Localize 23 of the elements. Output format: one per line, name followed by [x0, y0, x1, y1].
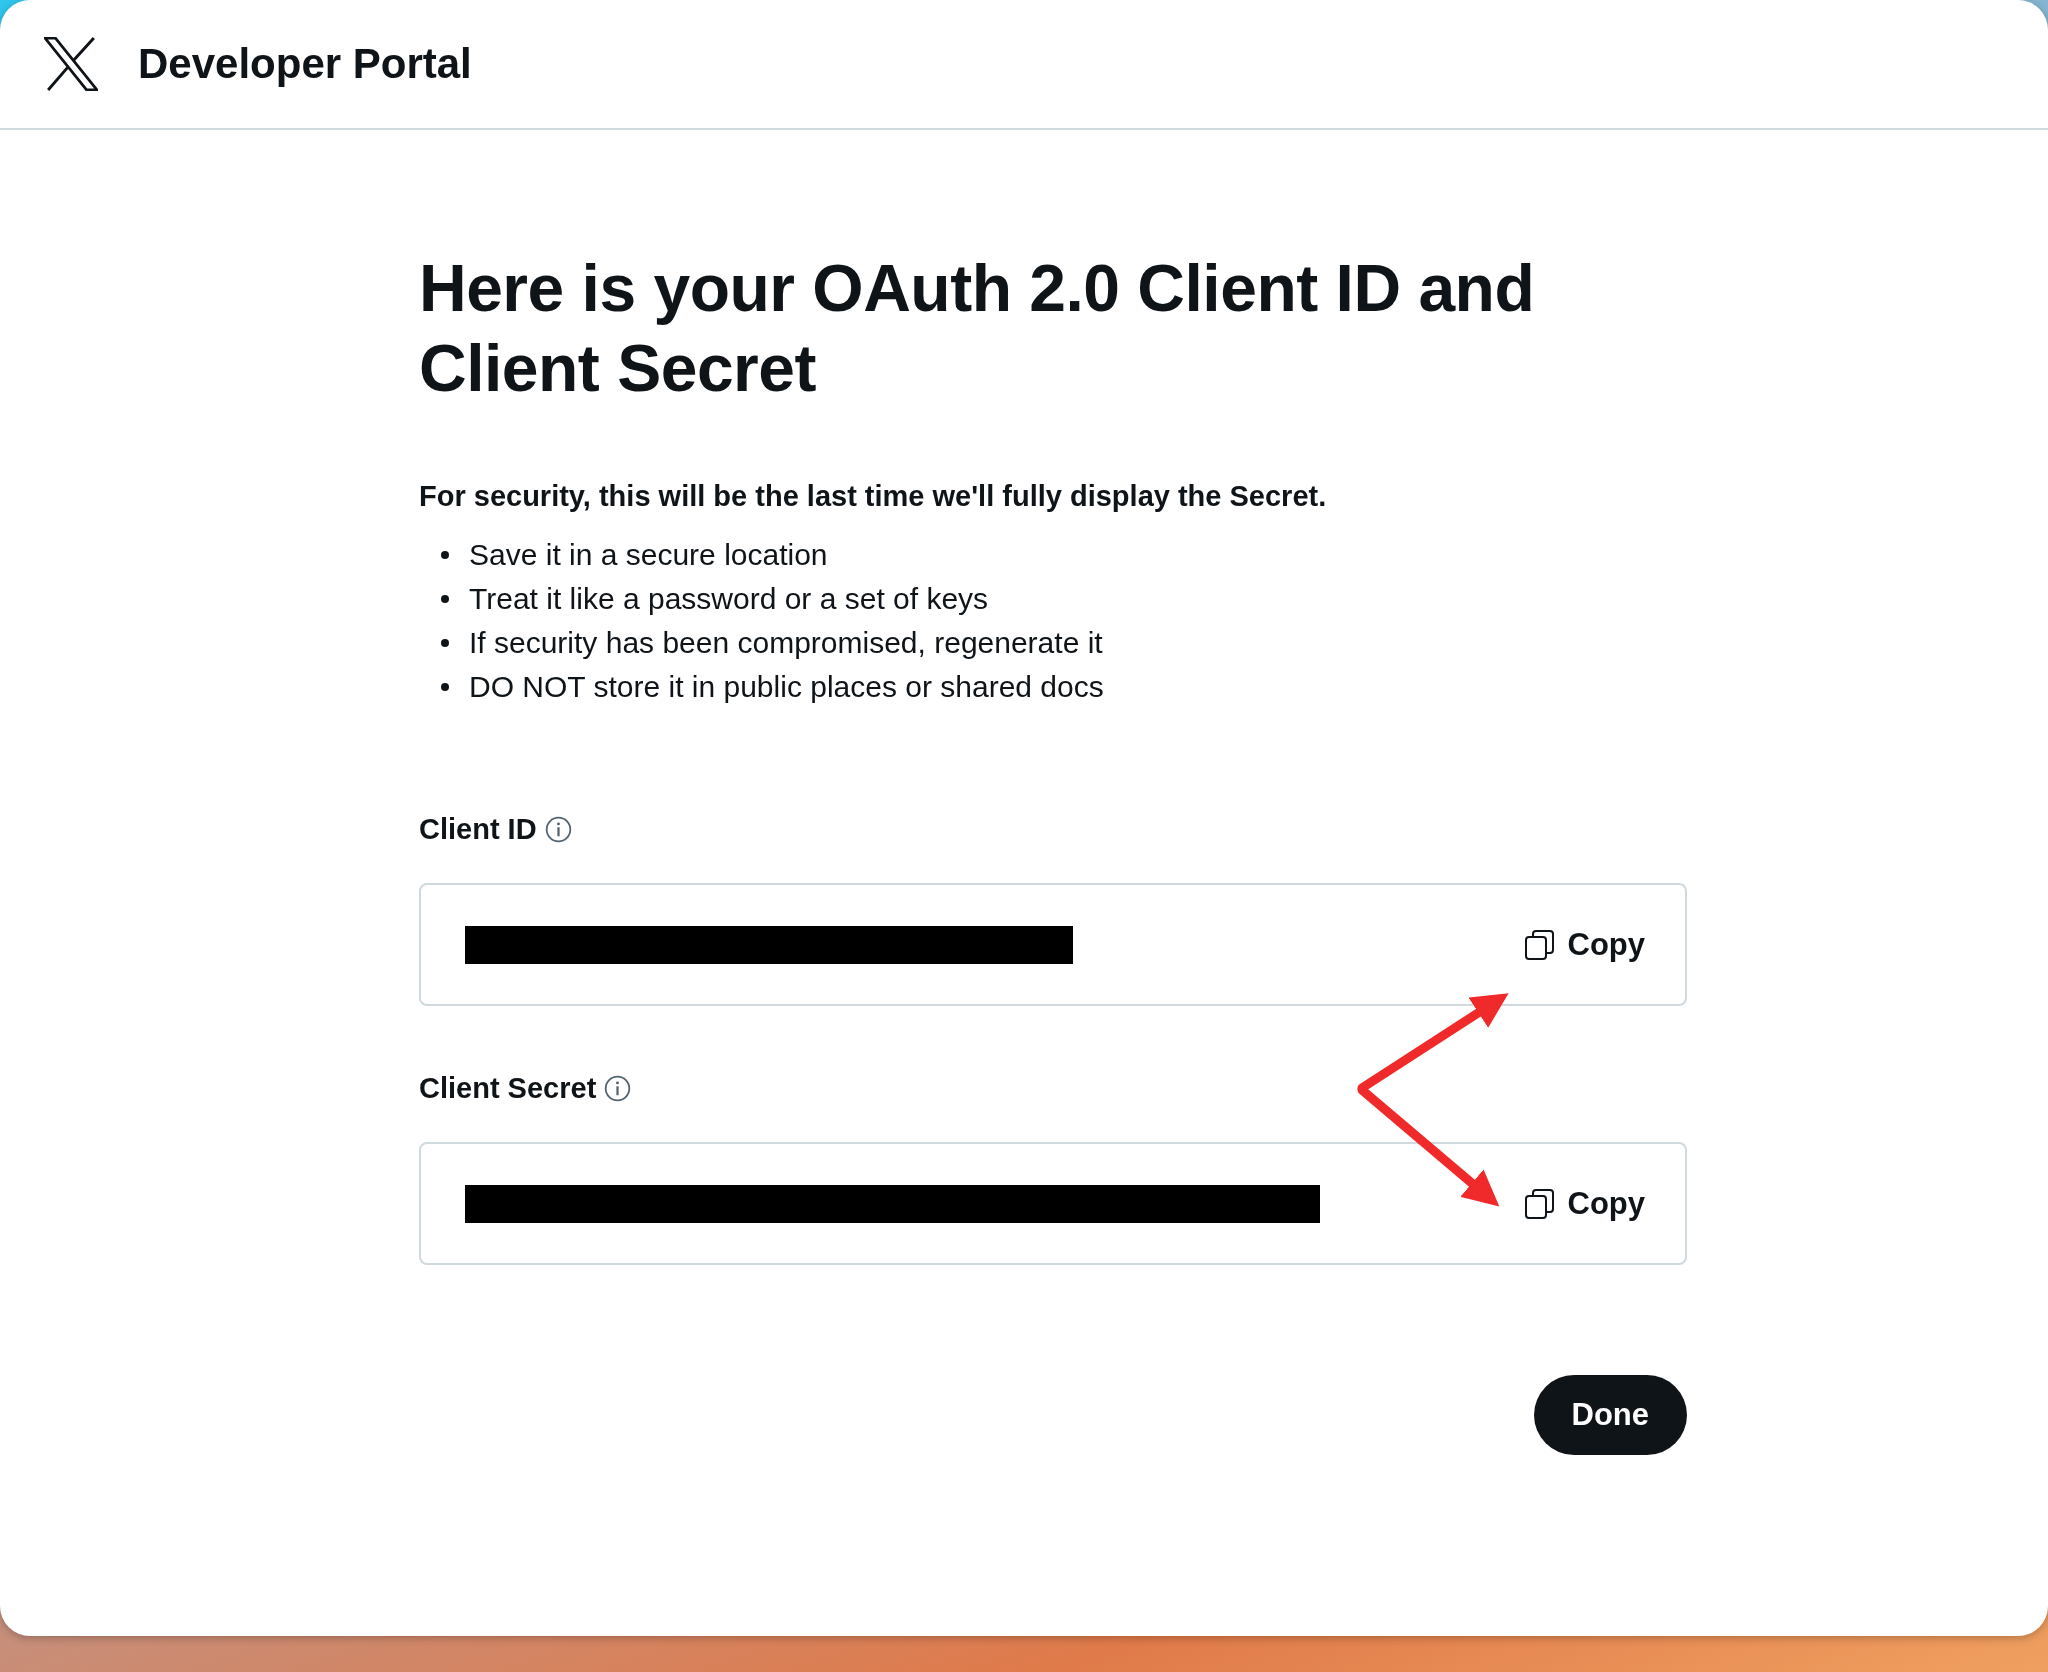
bullet-icon	[441, 683, 449, 691]
credential-field[interactable]: Copy	[419, 883, 1687, 1006]
field-label: Client Secret	[419, 1071, 597, 1105]
portal-title: Developer Portal	[138, 40, 472, 88]
copy-button[interactable]: Copy	[1523, 1185, 1645, 1222]
x-logo-icon	[44, 37, 98, 91]
tip-text: DO NOT store it in public places or shared docs	[469, 670, 1104, 704]
field-label: Client ID	[419, 812, 537, 846]
info-icon[interactable]	[544, 815, 572, 843]
done-button[interactable]: Done	[1533, 1375, 1687, 1455]
copy-icon	[1523, 1187, 1556, 1220]
security-notice: For security, this will be the last time we'll fully display the Secret.	[419, 480, 1328, 513]
credential-field[interactable]: Copy	[419, 1142, 1687, 1265]
tip-text: Treat it like a password or a set of keys	[469, 582, 989, 616]
page-heading: Here is your OAuth 2.0 Client ID and Client Secret	[419, 250, 1536, 407]
tip-text: If security has been compromised, regenerate it	[469, 626, 1103, 660]
bullet-icon	[441, 551, 449, 559]
copy-button[interactable]: Copy	[1523, 926, 1645, 963]
bullet-icon	[441, 595, 449, 603]
copy-icon	[1523, 928, 1556, 961]
bullet-icon	[441, 639, 449, 647]
info-icon[interactable]	[604, 1074, 632, 1102]
tip-text: Save it in a secure location	[469, 538, 828, 572]
